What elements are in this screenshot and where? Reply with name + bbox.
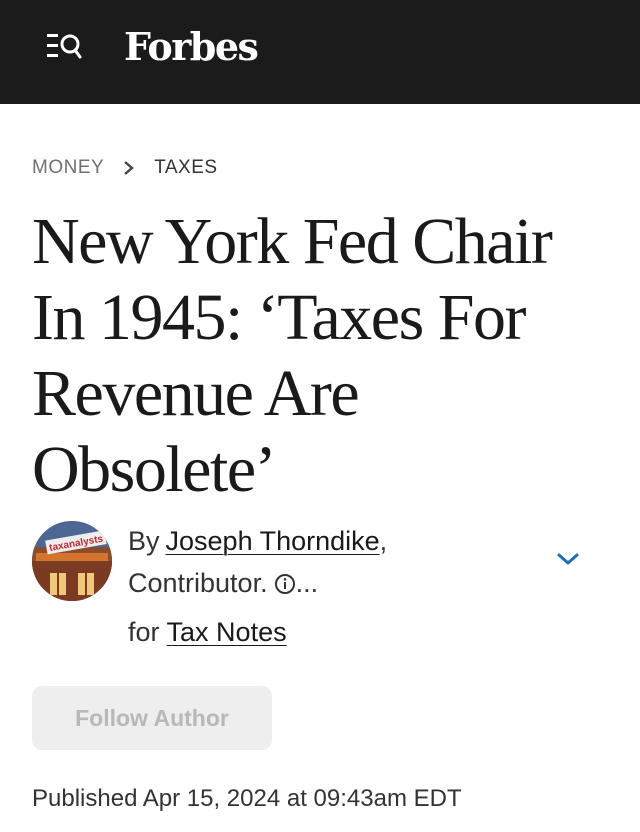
breadcrumb-taxes[interactable]: TAXES (154, 157, 217, 179)
published-date: Published Apr 15, 2024 at 09:43am EDT (32, 785, 462, 812)
for-label: for (128, 617, 160, 647)
publisher-link[interactable]: Tax Notes (167, 617, 287, 647)
top-bar: Forbes (0, 0, 640, 104)
avatar[interactable]: taxanalysts (32, 521, 112, 601)
byline-ellipsis: ... (295, 568, 319, 598)
breadcrumb-money[interactable]: MONEY (32, 157, 104, 179)
forbes-logo[interactable]: Forbes (124, 22, 259, 72)
breadcrumb: MONEY TAXES (32, 155, 218, 181)
author-link[interactable]: Joseph Thorndike (166, 526, 380, 556)
publisher-line: for Tax Notes (128, 612, 287, 652)
by-label: By (128, 526, 160, 556)
article-headline: New York Fed Chair In 1945: ‘Taxes For R… (32, 205, 553, 506)
follow-author-button[interactable]: Follow Author (32, 686, 272, 750)
byline-comma: , (379, 526, 388, 556)
info-icon[interactable] (274, 573, 296, 595)
menu-search-icon[interactable] (47, 32, 83, 62)
chevron-right-icon (124, 161, 135, 175)
chevron-down-icon[interactable] (556, 551, 580, 567)
author-role: Contributor. (128, 568, 268, 598)
byline: By Joseph Thorndike, Contributor. ... (128, 520, 528, 604)
